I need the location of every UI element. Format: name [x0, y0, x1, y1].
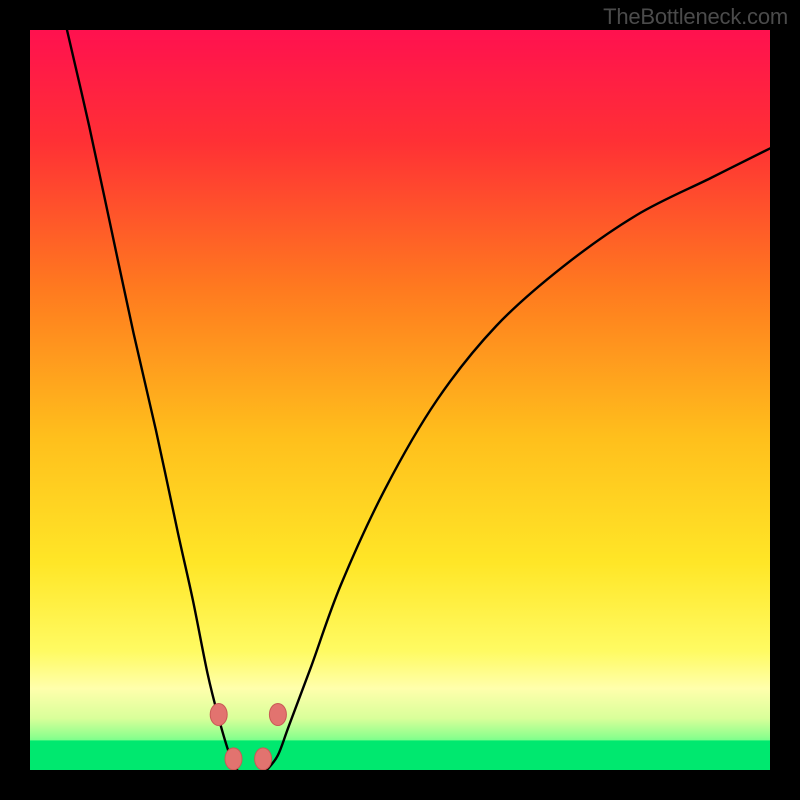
gradient-background: [30, 30, 770, 770]
chart-frame: TheBottleneck.com: [0, 0, 800, 800]
plot-area: [30, 30, 770, 770]
plot-svg: [30, 30, 770, 770]
watermark-text: TheBottleneck.com: [603, 4, 788, 30]
marker-1: [269, 704, 286, 726]
marker-0: [210, 704, 227, 726]
marker-3: [255, 748, 272, 770]
ground-band: [30, 740, 770, 770]
marker-2: [225, 748, 242, 770]
